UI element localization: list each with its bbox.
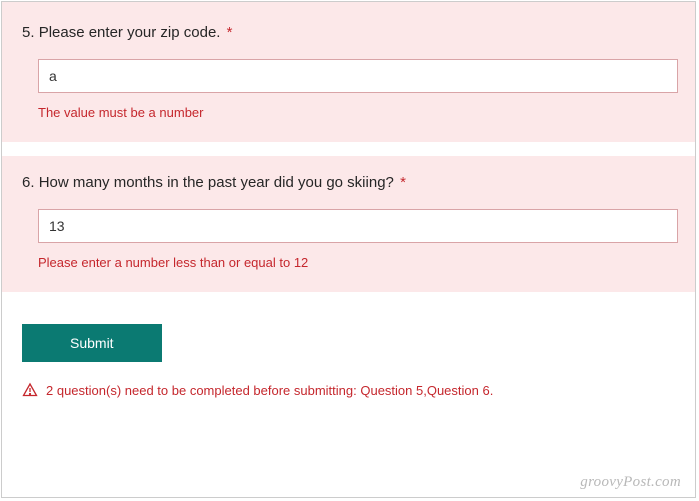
warning-icon — [22, 382, 38, 398]
question-label: 5. Please enter your zip code. * — [22, 24, 675, 41]
question-block-5: 5. Please enter your zip code. * The val… — [2, 2, 695, 142]
question-number: 5. — [22, 24, 35, 41]
form-container: 5. Please enter your zip code. * The val… — [1, 1, 696, 498]
question-text: Please enter your zip code. — [39, 24, 221, 41]
required-indicator: * — [227, 24, 233, 41]
submit-button[interactable]: Submit — [22, 324, 162, 362]
error-message: Please enter a number less than or equal… — [38, 255, 675, 270]
error-message: The value must be a number — [38, 105, 675, 120]
question-number: 6. — [22, 174, 35, 191]
submit-section: Submit — [2, 306, 695, 374]
required-indicator: * — [400, 174, 406, 191]
question-block-6: 6. How many months in the past year did … — [2, 156, 695, 292]
warning-text: 2 question(s) need to be completed befor… — [46, 383, 493, 398]
question-text: How many months in the past year did you… — [39, 174, 394, 191]
question-label: 6. How many months in the past year did … — [22, 174, 675, 191]
watermark: groovyPost.com — [580, 474, 681, 491]
zip-code-input[interactable] — [38, 59, 678, 93]
months-skiing-input[interactable] — [38, 209, 678, 243]
warning-bar: 2 question(s) need to be completed befor… — [2, 374, 695, 410]
